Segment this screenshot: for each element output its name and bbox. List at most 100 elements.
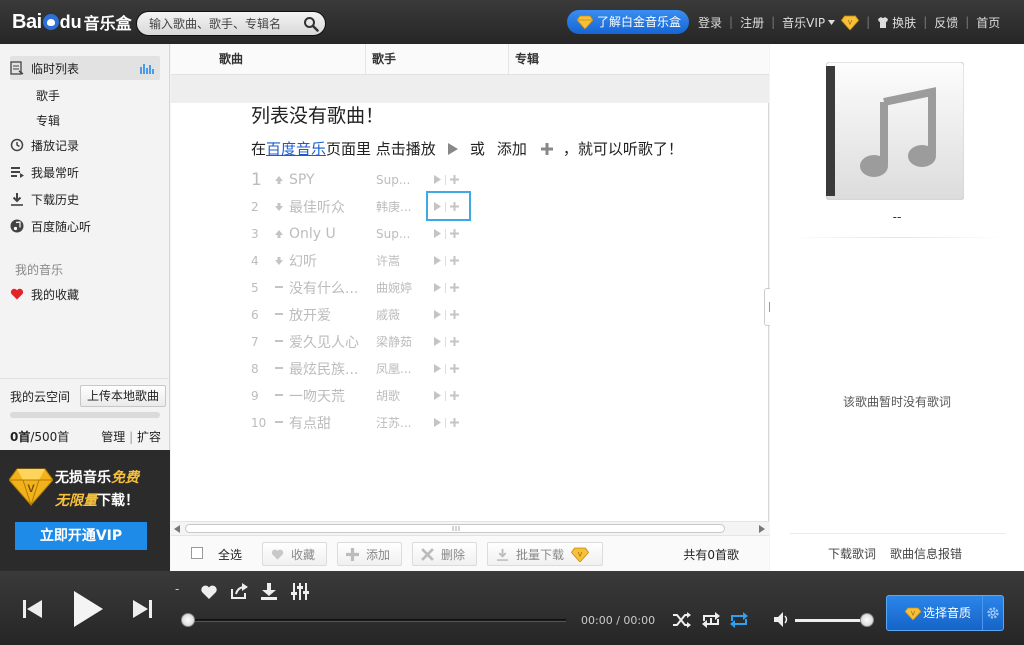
report-error-link[interactable]: 歌曲信息报错 bbox=[890, 545, 962, 562]
play-icon[interactable] bbox=[434, 364, 441, 373]
volume-icon[interactable] bbox=[774, 612, 790, 627]
delete-button[interactable]: 删除 bbox=[412, 542, 477, 566]
download-icon[interactable] bbox=[260, 583, 278, 600]
skin-button[interactable]: 换肤 bbox=[877, 14, 916, 31]
batch-download-button[interactable]: 批量下载 V bbox=[487, 542, 603, 566]
share-icon[interactable] bbox=[230, 583, 248, 600]
sidebar-item-albums[interactable]: 专辑 bbox=[36, 112, 60, 129]
play-icon[interactable] bbox=[434, 283, 441, 292]
play-icon[interactable] bbox=[434, 418, 441, 427]
manage-link[interactable]: 管理 bbox=[101, 430, 125, 444]
list-item[interactable]: 5 没有什么... 曲婉婷 bbox=[251, 274, 471, 301]
top-nav: 登录 | 注册 | 音乐VIP V | 换肤 | 反馈 | 首页 bbox=[698, 0, 1000, 44]
plus-icon[interactable] bbox=[450, 256, 459, 265]
platinum-info-button[interactable]: 了解白金音乐盒 bbox=[567, 10, 689, 34]
plus-icon[interactable] bbox=[450, 310, 459, 319]
sidebar-item-baidu-radio[interactable]: 百度随心听 bbox=[10, 214, 160, 238]
download-lyrics-link[interactable]: 下载歌词 bbox=[828, 545, 876, 562]
search-icon[interactable] bbox=[303, 16, 319, 32]
volume-slider[interactable] bbox=[795, 619, 867, 622]
heart-icon[interactable] bbox=[200, 584, 218, 600]
divider bbox=[790, 237, 1005, 238]
previous-track-icon[interactable] bbox=[23, 600, 43, 618]
vip-promo-line2: 无限量下载！ bbox=[55, 490, 139, 510]
song-title: 没有什么... bbox=[289, 280, 359, 297]
select-all-label[interactable]: 全选 bbox=[218, 546, 242, 563]
action-separator bbox=[445, 282, 446, 293]
progress-knob[interactable] bbox=[181, 613, 195, 627]
favorite-button[interactable]: 收藏 bbox=[262, 542, 327, 566]
vip-menu[interactable]: 音乐VIP V bbox=[782, 14, 860, 31]
logo-text-bai: Bai bbox=[12, 10, 42, 33]
list-item[interactable]: 6 放开爱 戚薇 bbox=[251, 301, 471, 328]
list-item[interactable]: 7 爱久见人心 梁静茹 bbox=[251, 328, 471, 355]
repeat-one-icon[interactable] bbox=[702, 612, 720, 628]
gear-icon[interactable] bbox=[986, 606, 1000, 620]
song-actions bbox=[434, 417, 464, 429]
home-link[interactable]: 首页 bbox=[976, 14, 1000, 31]
list-item[interactable]: 8 最炫民族... 凤凰... bbox=[251, 355, 471, 382]
playback-progress-bar[interactable] bbox=[188, 619, 566, 622]
repeat-all-icon[interactable] bbox=[730, 612, 748, 628]
vip-promo-banner: V 无损音乐免费 无限量下载！ 立即开通VIP bbox=[0, 450, 170, 571]
nav-separator: | bbox=[965, 15, 970, 29]
plus-icon[interactable] bbox=[450, 337, 459, 346]
search-input[interactable] bbox=[149, 15, 299, 33]
play-icon[interactable] bbox=[434, 310, 441, 319]
select-quality-button[interactable]: V 选择音质 bbox=[887, 596, 983, 630]
play-icon[interactable] bbox=[434, 175, 441, 184]
play-icon[interactable] bbox=[72, 590, 104, 628]
add-button[interactable]: 添加 bbox=[337, 542, 402, 566]
song-rank: 6 bbox=[251, 307, 259, 322]
scroll-right-arrow-icon[interactable] bbox=[759, 525, 765, 533]
sidebar: 临时列表 歌手 专辑 播放记录 我最常听 下载历史 百度随心听 我的音乐 我的收… bbox=[0, 44, 170, 450]
song-actions bbox=[434, 363, 464, 375]
feedback-link[interactable]: 反馈 bbox=[934, 14, 958, 31]
trend-flat-icon bbox=[269, 337, 289, 347]
plus-icon[interactable] bbox=[450, 229, 459, 238]
plus-icon[interactable] bbox=[450, 283, 459, 292]
plus-icon[interactable] bbox=[450, 418, 459, 427]
sidebar-item-download-history[interactable]: 下载历史 bbox=[10, 187, 160, 211]
login-link[interactable]: 登录 bbox=[698, 14, 722, 31]
list-item[interactable]: 3 Only U Sup... bbox=[251, 220, 471, 247]
list-item[interactable]: 9 一吻天荒 胡歌 bbox=[251, 382, 471, 409]
upload-local-songs-button[interactable]: 上传本地歌曲 bbox=[80, 385, 166, 407]
expand-link[interactable]: 扩容 bbox=[137, 430, 161, 444]
column-artist[interactable]: 歌手 bbox=[372, 44, 396, 75]
volume-knob[interactable] bbox=[860, 613, 874, 627]
baidu-music-link[interactable]: 百度音乐 bbox=[266, 138, 326, 159]
register-link[interactable]: 注册 bbox=[740, 14, 764, 31]
horizontal-scrollbar[interactable] bbox=[171, 521, 769, 535]
open-vip-button[interactable]: 立即开通VIP bbox=[15, 522, 147, 550]
song-rank: 8 bbox=[251, 361, 259, 376]
sidebar-item-temp-list[interactable]: 临时列表 bbox=[10, 56, 160, 80]
plus-icon[interactable] bbox=[450, 391, 459, 400]
shuffle-icon[interactable] bbox=[673, 612, 691, 628]
play-icon[interactable] bbox=[434, 256, 441, 265]
baidu-music-logo[interactable]: Bai du 音乐盒 bbox=[12, 10, 132, 34]
list-item[interactable]: 10 有点甜 汪苏... bbox=[251, 409, 471, 436]
song-title: 一吻天荒 bbox=[289, 388, 345, 405]
play-icon[interactable] bbox=[434, 229, 441, 238]
logo-text-du: du bbox=[59, 11, 82, 32]
sidebar-item-play-history[interactable]: 播放记录 bbox=[10, 133, 160, 157]
vip-diamond-icon: V bbox=[571, 547, 590, 562]
plus-icon[interactable] bbox=[450, 175, 459, 184]
list-item[interactable]: 4 幻听 许嵩 bbox=[251, 247, 471, 274]
scroll-left-arrow-icon[interactable] bbox=[174, 525, 180, 533]
song-artist: Sup... bbox=[376, 172, 411, 187]
equalizer-settings-icon[interactable] bbox=[291, 583, 309, 600]
play-icon[interactable] bbox=[434, 337, 441, 346]
column-song[interactable]: 歌曲 bbox=[219, 44, 243, 75]
play-icon[interactable] bbox=[434, 391, 441, 400]
scrollbar-thumb[interactable] bbox=[185, 524, 725, 533]
column-album[interactable]: 专辑 bbox=[515, 44, 539, 75]
plus-icon[interactable] bbox=[450, 364, 459, 373]
sidebar-item-favorites[interactable]: 我的收藏 bbox=[10, 282, 160, 306]
sidebar-item-most-played[interactable]: 我最常听 bbox=[10, 160, 160, 184]
sidebar-item-singers[interactable]: 歌手 bbox=[36, 87, 60, 104]
next-track-icon[interactable] bbox=[132, 600, 152, 618]
list-item[interactable]: 1 SPY Sup... bbox=[251, 166, 471, 193]
select-all-checkbox[interactable] bbox=[191, 547, 203, 559]
